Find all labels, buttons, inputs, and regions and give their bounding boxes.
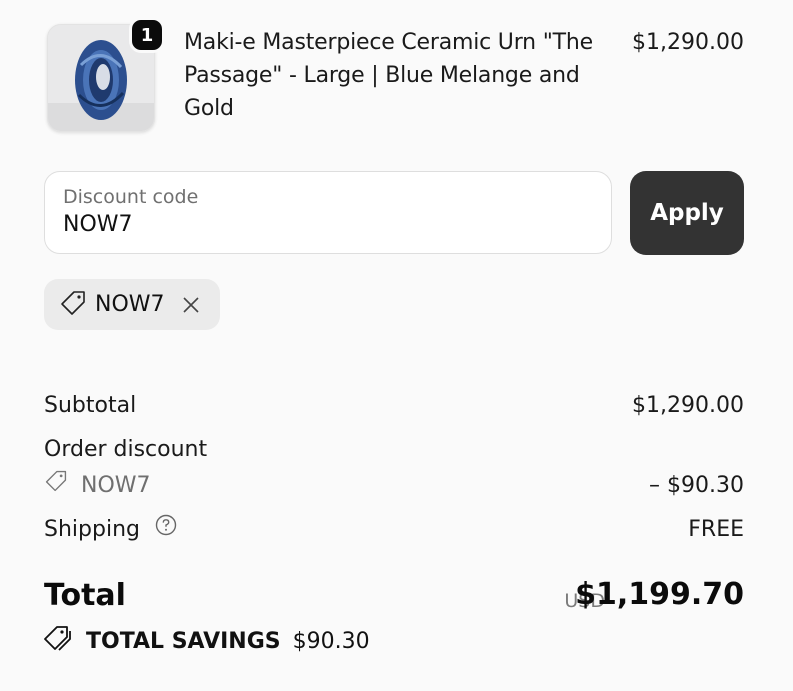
order-discount-label: Order discount: [44, 437, 208, 462]
shipping-value: FREE: [688, 517, 744, 542]
product-price: $1,290.00: [632, 30, 744, 55]
shipping-label: Shipping: [44, 517, 140, 542]
tag-icon: [59, 289, 87, 321]
line-item: 1 Maki-e Masterpiece Ceramic Urn "The Pa…: [44, 17, 744, 132]
applied-discount-code: NOW7: [95, 292, 165, 317]
order-discount-row: Order discount: [44, 437, 744, 462]
quantity-badge: 1: [129, 17, 165, 53]
total-savings-label: TOTAL SAVINGS: [86, 628, 281, 654]
total-label: Total: [44, 578, 126, 613]
remove-discount-close-icon[interactable]: [179, 293, 203, 317]
discount-code-field[interactable]: Discount code: [44, 171, 612, 254]
subtotal-value: $1,290.00: [632, 393, 744, 418]
savings-tags-icon: [44, 624, 74, 658]
order-discount-code-row: NOW7 – $90.30: [44, 470, 744, 499]
subtotal-label: Subtotal: [44, 393, 137, 418]
product-title: Maki-e Masterpiece Ceramic Urn "The Pass…: [184, 30, 593, 121]
subtotal-row: Subtotal $1,290.00: [44, 393, 744, 418]
total-amount: $1,199.70: [575, 577, 744, 612]
discount-code-input[interactable]: [63, 212, 563, 237]
discount-code-label: Discount code: [63, 186, 199, 208]
apply-button[interactable]: Apply: [630, 171, 744, 255]
total-savings-value: $90.30: [292, 628, 370, 654]
order-discount-code: NOW7: [81, 473, 151, 498]
shipping-row: Shipping FREE: [44, 514, 744, 542]
order-discount-value: – $90.30: [649, 473, 744, 498]
help-circle-icon[interactable]: [155, 514, 177, 542]
total-savings-row: TOTAL SAVINGS $90.30: [44, 624, 370, 658]
applied-discount-chip: NOW7: [44, 279, 220, 330]
tag-icon: [44, 469, 68, 499]
